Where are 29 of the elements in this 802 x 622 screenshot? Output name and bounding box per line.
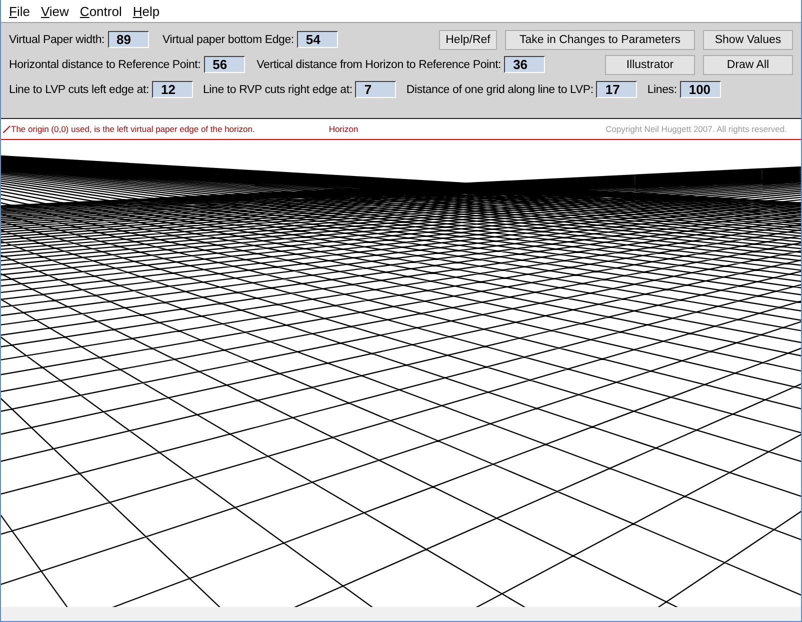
field-label: Horizontal distance to Reference Point: xyxy=(9,58,201,70)
number-field[interactable]: 7 xyxy=(355,81,396,98)
action-button[interactable]: Draw All xyxy=(703,54,793,74)
number-field[interactable]: 12 xyxy=(152,81,193,98)
field-label: Lines: xyxy=(647,84,677,96)
action-button[interactable]: Illustrator xyxy=(605,54,695,74)
menu-item[interactable]: Help xyxy=(128,4,167,18)
field-label: Line to LVP cuts left edge at: xyxy=(9,84,149,96)
copyright-text: Copyright Neil Huggett 2007. All rights reserved. xyxy=(606,124,787,134)
field-label: Line to RVP cuts right edge at: xyxy=(202,84,352,96)
action-button[interactable]: Take in Changes to Parameters xyxy=(505,30,695,50)
field-label: Virtual paper bottom Edge: xyxy=(162,34,294,46)
action-button[interactable]: Help/Ref xyxy=(439,30,497,50)
origin-mark-icon xyxy=(3,125,11,133)
menu-item[interactable]: File xyxy=(5,4,37,18)
number-field[interactable]: 17 xyxy=(596,81,638,98)
field-label: Vertical distance from Horizon to Reference Point: xyxy=(256,58,502,70)
action-button[interactable]: Show Values xyxy=(703,30,793,50)
number-field[interactable]: 89 xyxy=(108,31,149,48)
number-field[interactable]: 36 xyxy=(504,56,546,73)
horizon-label: Horizon xyxy=(328,124,358,134)
field-label: Distance of one grid along line to LVP: xyxy=(406,84,594,96)
number-field[interactable]: 100 xyxy=(680,81,721,98)
number-field[interactable]: 54 xyxy=(296,31,338,48)
menu-item[interactable]: View xyxy=(36,4,76,18)
number-field[interactable]: 56 xyxy=(204,56,245,73)
origin-note: The origin (0,0) used, is the left virtual paper edge of the horizon. xyxy=(11,124,255,134)
menu-item[interactable]: Control xyxy=(76,4,129,18)
field-label: Virtual Paper width: xyxy=(9,34,105,46)
